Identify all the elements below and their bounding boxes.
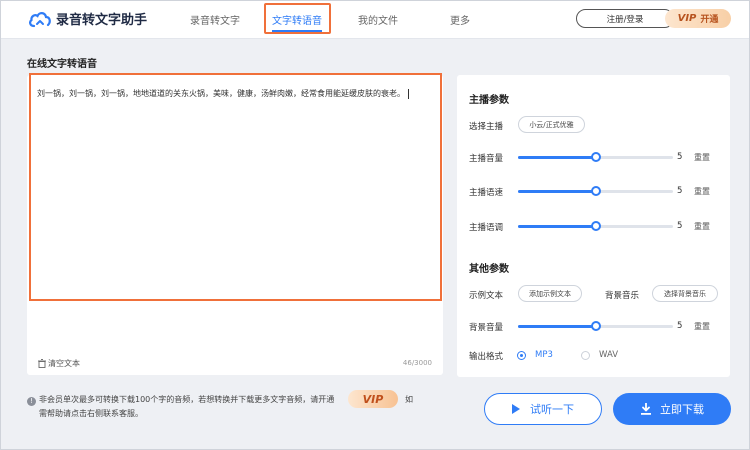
pitch-slider-thumb[interactable]	[590, 221, 601, 231]
pitch-label: 主播语调	[469, 223, 504, 233]
play-icon	[512, 404, 520, 414]
example-text-label: 示例文本	[469, 291, 504, 301]
format-radio-mp3[interactable]: MP3	[517, 350, 553, 360]
vip-open-label: 开通	[700, 15, 719, 25]
clear-text-button[interactable]: 清空文本	[38, 358, 80, 369]
clear-text-label: 清空文本	[48, 359, 80, 368]
other-params-title: 其他参数	[469, 264, 509, 275]
try-listen-label: 试听一下	[530, 403, 574, 416]
anchor-chip-label: 小云/正式优雅	[529, 120, 574, 129]
radio-dot	[517, 350, 526, 360]
nav-item-audio-to-text[interactable]: 录音转文字	[190, 12, 240, 27]
select-anchor-label: 选择主播	[469, 122, 504, 132]
trash-icon	[38, 359, 46, 368]
speed-value: 5	[677, 186, 683, 196]
speed-label: 主播语速	[469, 188, 504, 198]
select-bgm-button[interactable]: 选择背景音乐	[652, 285, 718, 302]
page-title: 在线文字转语音	[27, 59, 97, 70]
volume-slider-thumb[interactable]	[590, 152, 601, 162]
app-name: 录音转文字助手	[56, 13, 148, 28]
bgm-volume-label: 背景音量	[469, 323, 504, 333]
pitch-value: 5	[677, 221, 683, 231]
volume-value: 5	[677, 152, 683, 162]
nav-annotation-box	[264, 3, 331, 34]
add-example-label: 添加示例文本	[529, 289, 571, 298]
add-example-text-button[interactable]: 添加示例文本	[518, 285, 582, 302]
volume-label: 主播音量	[469, 154, 504, 164]
notice-vip-button[interactable]: VIP	[348, 390, 398, 408]
download-icon	[641, 403, 651, 415]
format-option-wav: WAV	[599, 350, 619, 360]
bgm-volume-slider[interactable]	[518, 321, 673, 331]
anchor-select-chip[interactable]: 小云/正式优雅	[518, 116, 585, 133]
speed-slider[interactable]	[518, 186, 673, 196]
vip-open-button[interactable]: VIP 开通	[665, 9, 731, 28]
nav-item-my-files[interactable]: 我的文件	[358, 12, 398, 27]
download-label: 立即下载	[660, 403, 704, 416]
bgm-volume-value: 5	[677, 321, 683, 331]
pitch-slider[interactable]	[518, 221, 673, 231]
login-register-label: 注册/登录	[606, 14, 644, 25]
notice-line-1: 非会员单次最多可转换下载100个字的音频，若想转换并下载更多文字音频，请开通	[39, 395, 335, 404]
download-button[interactable]: 立即下载	[613, 393, 731, 425]
volume-reset-button[interactable]: 重置	[694, 152, 710, 163]
notice-line-2: 需帮助请点击右侧联系客服。	[39, 409, 143, 418]
volume-slider[interactable]	[518, 152, 673, 162]
format-radio-wav[interactable]: WAV	[581, 350, 618, 360]
char-count: 46/3000	[402, 359, 432, 367]
app-logo[interactable]: 录音转文字助手	[29, 9, 147, 28]
info-icon: !	[27, 397, 36, 406]
vip-logo: VIP	[677, 13, 697, 24]
speed-slider-thumb[interactable]	[590, 186, 601, 196]
speed-reset-button[interactable]: 重置	[694, 186, 710, 197]
bgm-volume-slider-thumb[interactable]	[590, 321, 601, 331]
editor-annotation-box	[29, 73, 442, 301]
nav-item-more[interactable]: 更多	[450, 12, 470, 27]
cloud-logo-icon	[29, 11, 51, 27]
try-listen-button[interactable]: 试听一下	[484, 393, 602, 425]
anchor-params-title: 主播参数	[469, 95, 509, 106]
output-format-label: 输出格式	[469, 352, 504, 362]
login-register-button[interactable]: 注册/登录	[576, 9, 674, 28]
select-bgm-label: 选择背景音乐	[664, 289, 706, 298]
bgm-label: 背景音乐	[605, 291, 640, 301]
radio-dot	[581, 350, 590, 360]
pitch-reset-button[interactable]: 重置	[694, 221, 710, 232]
member-notice: ! 非会员单次最多可转换下载100个字的音频，若想转换并下载更多文字音频，请开通 …	[27, 393, 372, 421]
bgm-volume-reset-button[interactable]: 重置	[694, 321, 710, 332]
notice-suffix: 如	[405, 395, 413, 404]
format-option-mp3: MP3	[535, 350, 553, 360]
